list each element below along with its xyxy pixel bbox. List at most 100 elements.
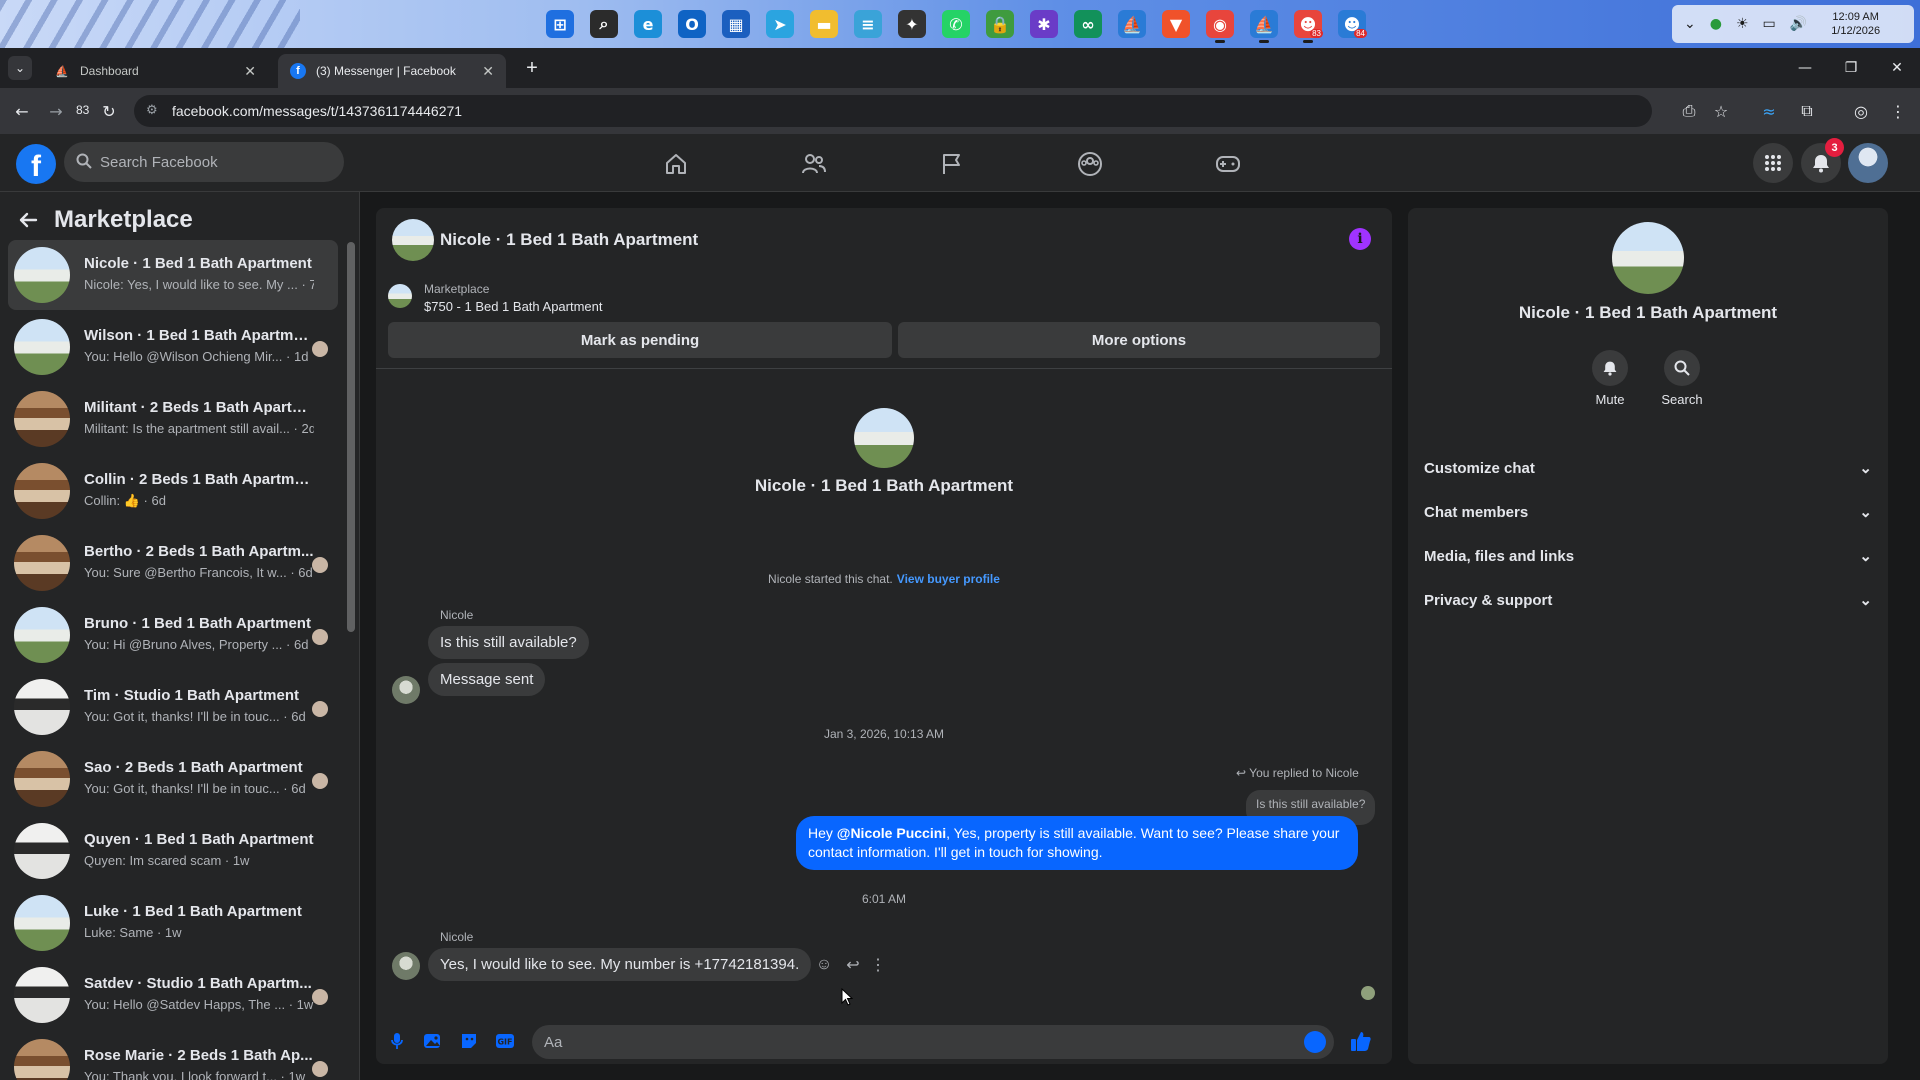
chat-list-item[interactable]: Satdev · Studio 1 Bath Apartm... You: Hel…	[8, 960, 338, 1030]
chat-list-item[interactable]: Bertho · 2 Beds 1 Bath Apartm... You: Sur…	[8, 528, 338, 598]
conversation-avatar[interactable]	[392, 219, 434, 261]
chat-list-item[interactable]: Tim · Studio 1 Bath Apartment You: Got it…	[8, 672, 338, 742]
photo-icon[interactable]	[420, 1028, 446, 1054]
mention[interactable]: @Nicole Puccini	[837, 825, 946, 841]
nav-groups[interactable]	[1034, 144, 1146, 184]
sender-avatar[interactable]	[392, 952, 420, 980]
site-info-icon[interactable]: ⚙	[146, 103, 158, 118]
taskbar-app-sailboat-app[interactable]: ⛵	[1245, 4, 1283, 44]
view-buyer-profile-link[interactable]: View buyer profile	[897, 572, 1000, 586]
new-tab-button[interactable]: +	[520, 56, 544, 80]
listing-title[interactable]: $750 - 1 Bed 1 Bath Apartment	[424, 299, 603, 314]
tab-messenger[interactable]: f (3) Messenger | Facebook ✕	[278, 54, 506, 88]
taskbar-app-windows-start[interactable]: ⊞	[541, 4, 579, 44]
gif-icon[interactable]: GIF	[492, 1028, 518, 1054]
nav-home[interactable]	[620, 144, 732, 184]
emoji-icon[interactable]	[1304, 1031, 1326, 1053]
extensions-puzzle-icon[interactable]: ⧉	[1794, 98, 1820, 124]
chat-list-item[interactable]: Sao · 2 Beds 1 Bath Apartment You: Got it…	[8, 744, 338, 814]
sticker-icon[interactable]	[456, 1028, 482, 1054]
account-avatar[interactable]	[1848, 143, 1888, 183]
taskbar-app-edge[interactable]: e	[629, 4, 667, 44]
contact-avatar[interactable]	[854, 408, 914, 468]
microphone-icon[interactable]	[384, 1028, 410, 1054]
section-customize-chat[interactable]: Customize chat ⌄	[1424, 448, 1872, 488]
mark-as-pending-button[interactable]: Mark as pending	[388, 322, 892, 358]
search-in-chat-button[interactable]: Search	[1652, 350, 1712, 407]
chat-list-item[interactable]: Militant · 2 Beds 1 Bath Apartment Milita…	[8, 384, 338, 454]
chat-list-item[interactable]: Luke · 1 Bed 1 Bath Apartment Luke: Same …	[8, 888, 338, 958]
reply-icon[interactable]: ↩	[842, 954, 864, 976]
taskbar-app-file-explorer[interactable]: ▬	[805, 4, 843, 44]
address-bar[interactable]: ⚙ facebook.com/messages/t/14373611744462…	[134, 95, 1652, 127]
taskbar-app-sailboat-app[interactable]: ⛵	[1113, 4, 1151, 44]
tab-dashboard[interactable]: ⛵ Dashboard ✕	[42, 54, 268, 88]
incoming-message[interactable]: Yes, I would like to see. My number is +…	[428, 948, 812, 981]
chat-list-item[interactable]: Collin · 2 Beds 1 Bath Apartment Collin: …	[8, 456, 338, 526]
chat-list-item[interactable]: Nicole · 1 Bed 1 Bath Apartment Nicole: Y…	[8, 240, 338, 310]
section-privacy-support[interactable]: Privacy & support ⌄	[1424, 580, 1872, 620]
react-emoji-icon[interactable]: ☺	[813, 954, 835, 976]
forward-icon[interactable]: →	[43, 98, 69, 124]
close-tab-icon[interactable]: ✕	[244, 63, 256, 80]
section-media-files-links[interactable]: Media, files and links ⌄	[1424, 536, 1872, 576]
incoming-message[interactable]: Message sent	[428, 663, 546, 696]
chevron-up-icon[interactable]: ⌄	[1684, 16, 1696, 32]
restore-icon[interactable]: ❐	[1828, 48, 1874, 88]
menu-grid-button[interactable]	[1753, 143, 1793, 183]
taskbar-clock[interactable]: 12:09 AM 1/12/2026	[1831, 10, 1880, 38]
conversation-title[interactable]: Nicole · 1 Bed 1 Bath Apartment	[440, 230, 698, 250]
extension-counter[interactable]: 83	[76, 103, 89, 117]
section-chat-members[interactable]: Chat members ⌄	[1424, 492, 1872, 532]
minimize-icon[interactable]: —	[1782, 48, 1828, 88]
nav-pages[interactable]	[896, 144, 1008, 184]
brightness-icon[interactable]: ☀	[1736, 16, 1749, 32]
listing-thumbnail[interactable]	[388, 284, 412, 308]
extension-icon[interactable]: ≈	[1756, 98, 1782, 124]
volume-icon[interactable]: 🔊	[1790, 16, 1807, 32]
taskbar-app-telegram[interactable]: ➤	[761, 4, 799, 44]
menu-kebab-icon[interactable]: ⋮	[1885, 98, 1911, 124]
more-options-button[interactable]: More options	[898, 322, 1380, 358]
nav-gaming[interactable]	[1172, 144, 1284, 184]
chat-list-item[interactable]: Wilson · 1 Bed 1 Bath Apartme... You: Hel…	[8, 312, 338, 382]
mute-button[interactable]: Mute	[1580, 350, 1640, 407]
taskbar-app-vpn-lock[interactable]: 🔒	[981, 4, 1019, 44]
chat-list-item[interactable]: Quyen · 1 Bed 1 Bath Apartment Quyen: Im …	[8, 816, 338, 886]
battery-icon[interactable]: ●	[1710, 16, 1722, 32]
more-kebab-icon[interactable]: ⋮	[867, 954, 889, 976]
taskbar-app-store[interactable]: ▦	[717, 4, 755, 44]
close-tab-icon[interactable]: ✕	[482, 63, 494, 80]
taskbar-app-search[interactable]: ⌕	[585, 4, 623, 44]
profile-icon[interactable]: ◎	[1848, 98, 1874, 124]
taskbar-app-profile-app[interactable]: ☻ 83	[1289, 4, 1327, 44]
chat-list-item[interactable]: Rose Marie · 2 Beds 1 Bath Ap... You: Tha…	[8, 1032, 338, 1080]
chat-list-scrollbar[interactable]	[347, 242, 355, 632]
taskbar-app-lightbulb-app[interactable]: ✱	[1025, 4, 1063, 44]
taskbar-app-ai-app[interactable]: ✦	[893, 4, 931, 44]
taskbar-app-chrome[interactable]: ◉	[1201, 4, 1239, 44]
taskbar-app-outlook[interactable]: O	[673, 4, 711, 44]
back-icon[interactable]: ←	[9, 98, 35, 124]
message-input[interactable]: Aa	[532, 1025, 1334, 1059]
outgoing-message[interactable]: Hey @Nicole Puccini, Yes, property is st…	[796, 816, 1358, 870]
info-icon[interactable]: i	[1349, 228, 1371, 250]
tab-search-icon[interactable]: ⌄	[8, 56, 32, 80]
taskbar-app-whatsapp[interactable]: ✆	[937, 4, 975, 44]
facebook-search-input[interactable]: Search Facebook	[64, 142, 344, 182]
nav-friends[interactable]	[758, 144, 870, 184]
bookmark-star-icon[interactable]: ☆	[1708, 98, 1734, 124]
taskbar-app-notepad[interactable]: ≡	[849, 4, 887, 44]
install-app-icon[interactable]: ⎙	[1676, 98, 1702, 124]
thumbs-up-icon[interactable]	[1348, 1028, 1374, 1054]
network-icon[interactable]: ▭	[1763, 16, 1776, 32]
contact-profile-avatar[interactable]	[1612, 222, 1684, 294]
incoming-message[interactable]: Is this still available?	[428, 626, 589, 659]
chat-list-item[interactable]: Bruno · 1 Bed 1 Bath Apartment You: Hi @B…	[8, 600, 338, 670]
reload-icon[interactable]: ↻	[96, 98, 122, 124]
sender-avatar[interactable]	[392, 676, 420, 704]
taskbar-app-profile-app[interactable]: ☻ 84	[1333, 4, 1371, 44]
taskbar-app-infinity-app[interactable]: ∞	[1069, 4, 1107, 44]
facebook-logo-icon[interactable]: f	[16, 144, 56, 184]
back-arrow-icon[interactable]	[18, 210, 38, 230]
